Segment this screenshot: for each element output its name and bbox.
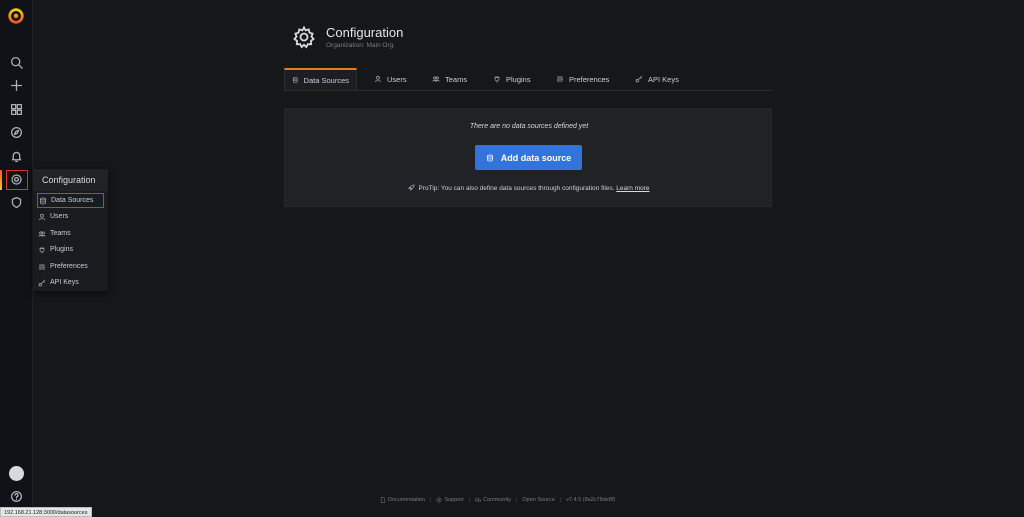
footer-documentation-link[interactable]: Documentation bbox=[388, 497, 425, 503]
page-subtitle: Organization: Main Org. bbox=[326, 42, 396, 49]
empty-state-message: There are no data sources defined yet bbox=[469, 123, 589, 130]
tab-label: API Keys bbox=[648, 74, 679, 84]
footer-open-source-link[interactable]: Open Source bbox=[522, 497, 554, 503]
flyout-item-preferences[interactable]: Preferences bbox=[37, 259, 108, 274]
flyout-item-users[interactable]: Users bbox=[37, 209, 108, 224]
protip: ProTip: You can also define data sources… bbox=[285, 184, 773, 192]
flyout-item-label: Plugins bbox=[50, 246, 73, 253]
plus-icon[interactable] bbox=[8, 77, 25, 94]
status-url: 192.168.21.128:3000/datasources bbox=[0, 507, 92, 517]
tab-users[interactable]: Users bbox=[367, 68, 414, 90]
flyout-item-api-keys[interactable]: API Keys bbox=[37, 275, 108, 290]
footer-separator: | bbox=[468, 497, 471, 503]
key-icon bbox=[635, 75, 643, 83]
community-icon bbox=[475, 497, 481, 503]
plug-icon bbox=[39, 246, 45, 253]
footer-community-link[interactable]: Community bbox=[483, 497, 511, 503]
rocket-icon bbox=[408, 184, 415, 191]
database-icon bbox=[486, 154, 493, 161]
avatar[interactable] bbox=[9, 466, 24, 481]
tab-plugins[interactable]: Plugins bbox=[486, 68, 538, 90]
configuration-flyout-menu: Configuration Data Sources Users Teams P… bbox=[33, 169, 108, 291]
document-icon bbox=[380, 497, 386, 503]
flyout-item-data-sources[interactable]: Data Sources bbox=[37, 193, 104, 208]
user-icon bbox=[374, 75, 382, 83]
tab-divider bbox=[284, 90, 772, 91]
database-icon bbox=[40, 197, 46, 204]
users-icon bbox=[38, 231, 46, 237]
tab-label: Data Sources bbox=[303, 75, 349, 85]
active-indicator bbox=[0, 170, 2, 190]
configuration-gear-icon bbox=[292, 25, 316, 49]
dashboards-icon[interactable] bbox=[8, 101, 25, 118]
shield-icon[interactable] bbox=[8, 194, 25, 211]
grafana-logo-icon[interactable] bbox=[7, 7, 25, 25]
database-icon bbox=[292, 77, 298, 83]
flyout-item-label: Teams bbox=[50, 230, 71, 237]
footer-separator: | bbox=[430, 497, 432, 503]
footer-support-link[interactable]: Support bbox=[444, 497, 463, 503]
sliders-icon bbox=[39, 263, 45, 270]
tab-label: Users bbox=[387, 74, 407, 84]
flyout-item-label: Data Sources bbox=[51, 197, 94, 204]
flyout-item-label: API Keys bbox=[50, 279, 79, 286]
footer-separator: | bbox=[515, 497, 518, 503]
users-icon bbox=[432, 76, 440, 82]
flyout-item-plugins[interactable]: Plugins bbox=[37, 242, 108, 257]
footer-version: v7.4.5 (8a2c78de8f) bbox=[566, 497, 616, 503]
flyout-item-label: Preferences bbox=[50, 263, 88, 270]
search-icon[interactable] bbox=[8, 54, 25, 71]
protip-text: ProTip: You can also define data sources… bbox=[418, 185, 615, 192]
user-icon bbox=[38, 213, 46, 220]
explore-icon[interactable] bbox=[8, 124, 25, 141]
empty-state-panel: There are no data sources defined yet Ad… bbox=[284, 108, 772, 207]
support-icon bbox=[436, 497, 442, 503]
tab-preferences[interactable]: Preferences bbox=[549, 68, 616, 90]
flyout-item-label: Users bbox=[50, 213, 69, 220]
plug-icon bbox=[494, 76, 500, 83]
footer-separator: | bbox=[559, 497, 562, 503]
tab-api-keys[interactable]: API Keys bbox=[628, 68, 686, 90]
flyout-title[interactable]: Configuration bbox=[33, 169, 108, 191]
tab-data-sources[interactable]: Data Sources bbox=[284, 68, 357, 90]
add-data-source-button[interactable]: Add data source bbox=[475, 145, 582, 170]
gear-icon[interactable] bbox=[8, 171, 25, 188]
page-title: Configuration bbox=[326, 25, 404, 40]
sidebar bbox=[0, 0, 33, 517]
flyout-item-teams[interactable]: Teams bbox=[37, 226, 108, 241]
key-icon bbox=[38, 279, 46, 286]
tab-label: Teams bbox=[445, 74, 468, 84]
tab-label: Preferences bbox=[569, 74, 610, 84]
tab-teams[interactable]: Teams bbox=[425, 68, 474, 90]
tab-label: Plugins bbox=[506, 74, 531, 84]
learn-more-link[interactable]: Learn more bbox=[616, 185, 649, 192]
footer: Documentation | Support | Community | Op… bbox=[380, 497, 615, 503]
alerting-bell-icon[interactable] bbox=[8, 148, 25, 165]
add-data-source-label: Add data source bbox=[500, 152, 572, 163]
sliders-icon bbox=[557, 76, 563, 82]
help-icon[interactable] bbox=[8, 488, 25, 505]
